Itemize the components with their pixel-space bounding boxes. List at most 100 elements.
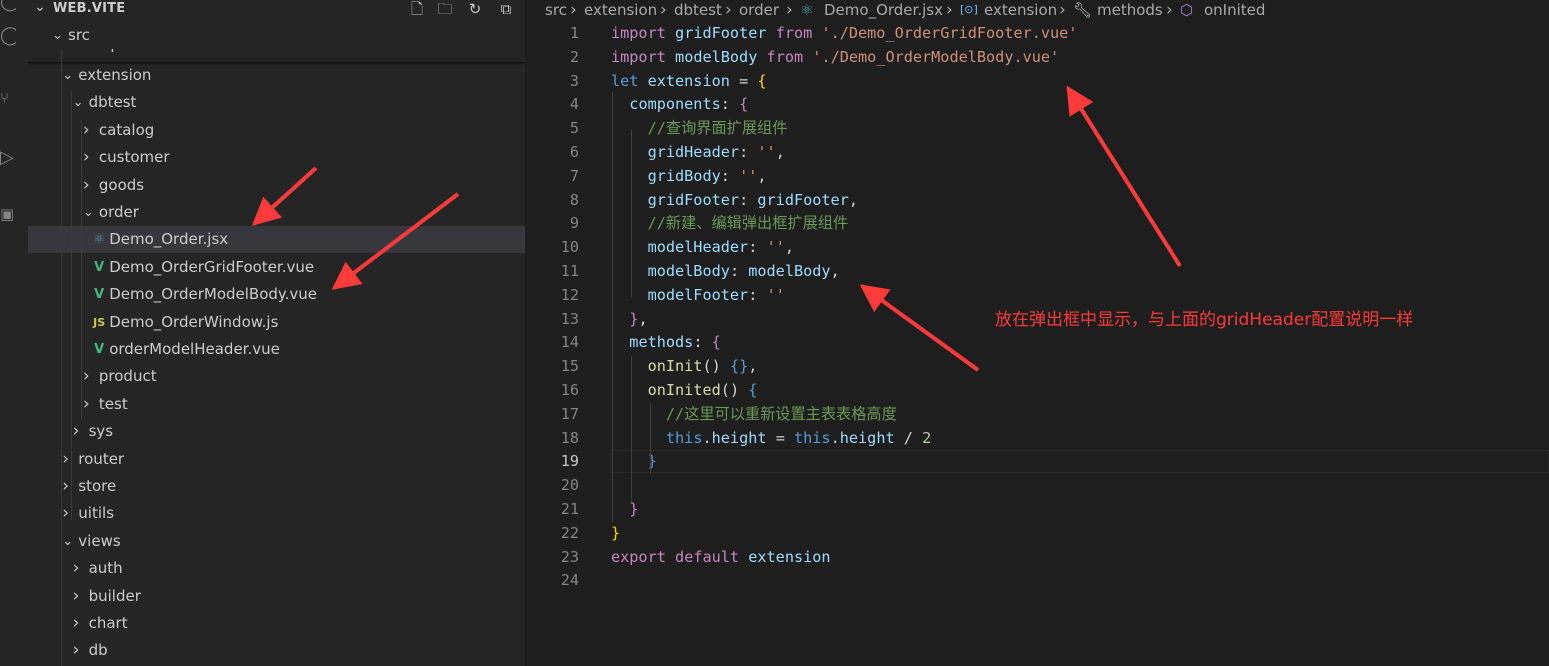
explorer-icon[interactable]: ◯ [0, 26, 16, 46]
chevron-right-icon[interactable]: › [83, 117, 95, 144]
tree-folder[interactable]: › test [28, 391, 525, 418]
code-line[interactable]: 17 //这里可以重新设置主表表格高度 [525, 402, 1549, 426]
tree-file[interactable]: V Demo_OrderGridFooter.vue [28, 254, 525, 281]
chevron-right-icon[interactable]: › [73, 637, 85, 664]
chevron-right-icon[interactable]: › [73, 418, 85, 445]
tree-file[interactable]: JS Demo_OrderWindow.js [28, 309, 525, 336]
annotation-note: 放在弹出框中显示，与上面的gridHeader配置说明一样 [995, 310, 1414, 330]
tree-folder[interactable]: › catalog [28, 117, 525, 144]
workspace-title[interactable]: WEB.VITE [53, 1, 125, 16]
breadcrumb-item[interactable]: methods [1097, 0, 1163, 20]
tree-file[interactable]: V Demo_OrderModelBody.vue [28, 281, 525, 308]
tree-folder[interactable]: › goods [28, 172, 525, 199]
tree-folder[interactable]: › db [28, 637, 525, 664]
code-token: 2 [922, 428, 932, 447]
chevron-right-icon: › [946, 0, 953, 20]
new-folder-icon[interactable]: 🗀 [436, 0, 454, 18]
chevron-down-icon[interactable]: ⌄ [62, 528, 74, 555]
code-line[interactable]: 18 this. height = this. height / 2 [525, 426, 1549, 450]
code-line[interactable]: 14 methods: { [525, 330, 1549, 354]
chevron-right-icon[interactable]: › [83, 363, 95, 390]
code-token: = [729, 71, 758, 90]
chevron-right-icon[interactable]: › [83, 144, 95, 171]
tree-folder[interactable]: › router [28, 446, 525, 473]
chevron-right-icon[interactable]: › [83, 172, 95, 199]
chevron-down-icon[interactable]: ⌄ [34, 0, 46, 15]
tree-folder[interactable]: › product [28, 363, 525, 390]
chevron-right-icon[interactable]: › [62, 500, 74, 527]
breadcrumb-item[interactable]: extension [584, 0, 657, 20]
tree-folder[interactable]: › customer [28, 144, 525, 171]
code-line[interactable]: 3 let extension = { [525, 69, 1549, 93]
tree-folder[interactable]: › chart [28, 610, 525, 637]
chevron-right-icon[interactable]: › [73, 610, 85, 637]
vue-file-icon: V [94, 259, 105, 275]
tree-folder[interactable]: ⌄ src [28, 22, 525, 49]
breadcrumb-item[interactable]: onInited [1204, 0, 1265, 20]
tree-folder[interactable]: › auth [28, 555, 525, 582]
code-token: : [739, 143, 758, 161]
chevron-down-icon[interactable]: ⌄ [62, 62, 74, 89]
code-line[interactable]: 22} [525, 521, 1549, 545]
breadcrumb-item[interactable]: dbtest [674, 0, 722, 20]
chevron-down-icon[interactable]: ⌄ [52, 22, 64, 49]
code-token: modelBody [675, 47, 758, 66]
chevron-down-icon[interactable]: ⌄ [83, 199, 95, 226]
tree-folder[interactable]: › sys [28, 418, 525, 445]
tree-file[interactable]: ⚛ Demo_Order.jsx [28, 226, 525, 254]
code-line[interactable]: 15 onInit() {}, [525, 354, 1549, 378]
chevron-right-icon[interactable]: › [83, 391, 95, 418]
breadcrumb-item[interactable]: order [739, 0, 779, 20]
breadcrumb-item[interactable]: src [545, 0, 567, 20]
search-icon[interactable]: ◯ [0, 0, 16, 12]
code-line[interactable]: 9 //新建、编辑弹出框扩展组件 [525, 211, 1549, 235]
code-line[interactable]: 21 } [525, 497, 1549, 521]
chevron-down-icon[interactable]: ⌄ [73, 89, 85, 116]
tree-folder[interactable]: ⌄ order [28, 199, 525, 226]
code-line[interactable]: 5 //查询界面扩展组件 [525, 116, 1549, 140]
tree-folder[interactable]: ⌄ dbtest [28, 89, 525, 116]
code-line[interactable]: 1 import gridFooter from './Demo_OrderGri… [525, 21, 1549, 45]
run-debug-icon[interactable]: ▷ [0, 148, 16, 168]
refresh-icon[interactable]: ↻ [466, 0, 484, 18]
extensions-icon[interactable]: ▣ [0, 204, 16, 224]
code-line[interactable]: 23 export default extension [525, 545, 1549, 569]
code-line[interactable]: 24 [525, 568, 1549, 592]
code-line[interactable]: 7 gridBody: '', [525, 164, 1549, 188]
code-line[interactable]: 6 gridHeader: '', [525, 140, 1549, 164]
tree-folder[interactable]: › store [28, 473, 525, 500]
tree-folder[interactable]: ⌄ extension [28, 62, 525, 89]
code-line[interactable]: 19 } [525, 449, 1549, 473]
chevron-right-icon[interactable]: › [73, 555, 85, 582]
tree-folder[interactable]: › builder [28, 583, 525, 610]
code-line[interactable]: 16 onInited() { [525, 378, 1549, 402]
code-token: : [739, 190, 758, 209]
code-editor[interactable]: src › extension › dbtest › order › ⚛ Demo_Order.j… [525, 0, 1549, 666]
source-control-icon[interactable]: ⑂ [0, 88, 16, 108]
code-line[interactable]: 4 components: { [525, 92, 1549, 116]
new-file-icon[interactable]: 🗋 [408, 0, 426, 18]
code-line[interactable]: 10 modelHeader: '', [525, 235, 1549, 259]
breadcrumb-item[interactable]: Demo_Order.jsx [824, 0, 943, 20]
tree-folder[interactable]: ⌄ views [28, 528, 525, 555]
code-token: () [702, 357, 730, 376]
indent-guide [81, 120, 82, 420]
code-line[interactable]: 11 modelBody: modelBody, [525, 259, 1549, 283]
code-line[interactable]: 2 import modelBody from './Demo_OrderMode… [525, 45, 1549, 69]
tree-item-label: customer [98, 148, 170, 167]
code-token: extension [748, 547, 831, 566]
chevron-right-icon[interactable]: › [62, 446, 74, 473]
tree-file[interactable]: VorderModelHeader.vue [28, 336, 525, 363]
chevron-right-icon[interactable]: › [62, 473, 74, 500]
collapse-all-icon[interactable]: ⧉ [497, 0, 515, 18]
line-number: 11 [560, 262, 579, 280]
tree-folder[interactable]: › uitils [28, 500, 525, 527]
breadcrumb-item[interactable]: extension [984, 0, 1057, 20]
code-line[interactable]: 8 gridFooter: gridFooter, [525, 188, 1549, 212]
line-number: 5 [569, 119, 579, 138]
code-line[interactable]: 12 modelFooter: '' [525, 283, 1549, 307]
code-line[interactable]: 20 [525, 473, 1549, 497]
chevron-right-icon[interactable]: › [73, 583, 85, 610]
